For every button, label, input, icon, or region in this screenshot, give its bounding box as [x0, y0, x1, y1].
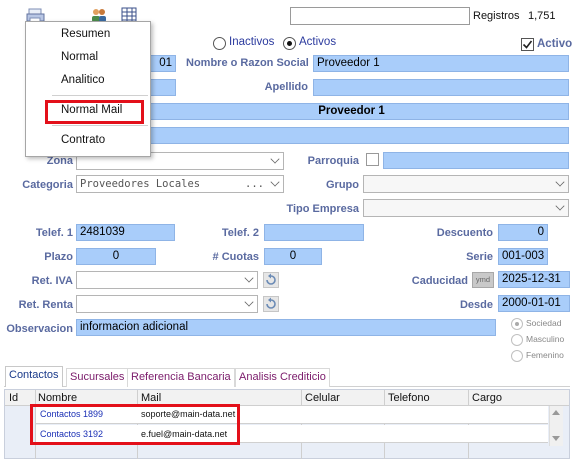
col-telefono: Telefono	[388, 392, 430, 404]
active-radio[interactable]	[283, 37, 296, 50]
masculino-label: Masculino	[526, 334, 565, 344]
records-search-input[interactable]	[290, 7, 470, 25]
menu-item-normal[interactable]: Normal	[61, 51, 98, 63]
inactive-label: Inactivos	[229, 36, 275, 48]
grupo-label: Grupo	[326, 179, 359, 191]
highlight-normal-mail-box	[45, 100, 144, 124]
col-nombre: Nombre	[38, 392, 78, 404]
categoria-select[interactable]: Proveedores Locales ...	[76, 175, 284, 193]
grupo-select[interactable]	[363, 175, 569, 193]
tipo-empresa-select[interactable]	[363, 199, 569, 217]
name-field[interactable]: Proveedor 1	[313, 55, 569, 72]
telef1-field[interactable]: 2481039	[76, 224, 175, 241]
active-checkbox[interactable]	[521, 38, 534, 51]
active-checkbox-label: Activo	[537, 38, 573, 50]
scroll-up-arrow-icon[interactable]	[552, 410, 560, 415]
refresh-renta-button[interactable]	[263, 296, 279, 312]
telef2-field[interactable]	[264, 224, 364, 241]
femenino-label: Femenino	[526, 350, 564, 360]
masculino-radio[interactable]	[511, 334, 523, 346]
femenino-radio[interactable]	[511, 350, 523, 362]
name-label: Nombre o Razon Social	[186, 57, 309, 69]
menu-separator	[52, 125, 148, 126]
tab-analisis-crediticio[interactable]: Analisis Crediticio	[235, 368, 330, 387]
highlight-rows-box	[30, 404, 240, 445]
ret-iva-label: Ret. IVA	[31, 275, 73, 287]
cuotas-label: # Cuotas	[212, 251, 259, 263]
tipo-empresa-label: Tipo Empresa	[286, 203, 359, 215]
serie-field[interactable]: 001-003	[498, 248, 548, 265]
plazo-label: Plazo	[44, 251, 73, 263]
tab-referencia-bancaria[interactable]: Referencia Bancaria	[127, 368, 235, 387]
menu-item-contrato[interactable]: Contrato	[61, 134, 105, 146]
tab-contactos[interactable]: Contactos	[5, 366, 63, 387]
scroll-down-arrow-icon[interactable]	[552, 436, 560, 441]
refresh-icon	[266, 273, 276, 285]
categoria-value: Proveedores Locales	[80, 178, 201, 190]
chevron-down-icon	[270, 177, 280, 187]
inactive-radio[interactable]	[213, 37, 226, 50]
telef2-label: Telef. 2	[221, 227, 259, 239]
menu-item-resumen[interactable]: Resumen	[61, 28, 110, 40]
ret-iva-select[interactable]	[76, 271, 258, 289]
telef1-label: Telef. 1	[35, 227, 73, 239]
ret-renta-label: Ret. Renta	[18, 299, 73, 311]
chevron-down-icon	[555, 201, 565, 211]
col-mail: Mail	[141, 392, 162, 404]
records-label: Registros	[473, 10, 520, 22]
desde-label: Desde	[459, 299, 493, 311]
menu-separator	[52, 95, 148, 96]
cuotas-field[interactable]: 0	[264, 248, 322, 265]
col-cargo: Cargo	[472, 392, 502, 404]
caducidad-label: Caducidad	[411, 275, 468, 287]
desde-field[interactable]: 2000-01-01	[498, 295, 570, 312]
col-celular: Celular	[305, 392, 340, 404]
observacion-field[interactable]: informacion adicional	[76, 319, 496, 336]
chevron-down-icon	[244, 273, 254, 283]
parroquia-field[interactable]	[383, 152, 569, 169]
refresh-icon	[266, 297, 276, 309]
categoria-ellipsis: ...	[245, 178, 264, 190]
tab-sucursales[interactable]: Sucursales	[66, 368, 129, 387]
active-label: Activos	[299, 36, 337, 48]
chevron-down-icon	[270, 154, 280, 164]
ret-renta-select[interactable]	[76, 295, 258, 313]
categoria-label: Categoria	[22, 179, 73, 191]
ymd-button[interactable]: ymd	[472, 272, 494, 288]
sociedad-radio[interactable]	[511, 318, 523, 330]
descuento-label: Descuento	[436, 227, 493, 239]
parroquia-label: Parroquia	[307, 155, 359, 167]
chevron-down-icon	[244, 297, 254, 307]
descuento-field[interactable]: 0	[498, 224, 548, 241]
caducidad-field[interactable]: 2025-12-31	[498, 271, 570, 288]
apellido-label: Apellido	[264, 81, 308, 93]
chevron-down-icon	[555, 177, 565, 187]
menu-item-analitico[interactable]: Analitico	[61, 74, 104, 86]
records-count: 1,751	[528, 10, 556, 22]
refresh-iva-button[interactable]	[263, 272, 279, 288]
parroquia-checkbox[interactable]	[366, 153, 379, 166]
col-id: Id	[9, 392, 19, 404]
serie-label: Serie	[466, 251, 493, 263]
sociedad-label: Sociedad	[526, 318, 562, 328]
observacion-label: Observacion	[6, 323, 73, 335]
display-name-field[interactable]: Proveedor 1	[134, 103, 569, 120]
plazo-field[interactable]: 0	[76, 248, 156, 265]
apellido-field[interactable]	[313, 79, 569, 96]
